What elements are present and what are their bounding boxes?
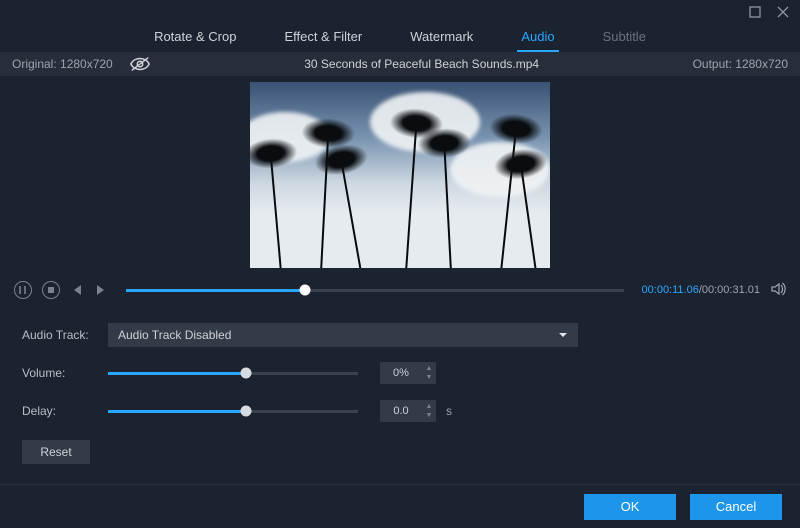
current-time: 00:00:11.06 — [642, 284, 699, 296]
preview-toggle-icon[interactable] — [129, 56, 151, 72]
cancel-button[interactable]: Cancel — [690, 494, 782, 520]
tab-audio[interactable]: Audio — [517, 23, 558, 52]
volume-up-icon[interactable]: ▲ — [422, 364, 436, 373]
volume-slider-fill — [108, 372, 246, 375]
playback-controls: 00:00:11.06/00:00:31.01 — [0, 274, 800, 306]
audio-track-label: Audio Track: — [22, 328, 108, 342]
tab-subtitle[interactable]: Subtitle — [599, 23, 650, 52]
tab-rotate-crop[interactable]: Rotate & Crop — [150, 23, 240, 52]
reset-button[interactable]: Reset — [22, 440, 90, 464]
delay-label: Delay: — [22, 404, 108, 418]
delay-row: Delay: ▲▼ s — [22, 398, 778, 424]
delay-down-icon[interactable]: ▼ — [422, 411, 436, 420]
tab-effect-filter[interactable]: Effect & Filter — [280, 23, 366, 52]
seek-fill — [126, 289, 305, 292]
ok-button[interactable]: OK — [584, 494, 676, 520]
seek-thumb[interactable] — [300, 285, 311, 296]
maximize-icon[interactable] — [748, 5, 762, 19]
time-display: 00:00:11.06/00:00:31.01 — [642, 284, 760, 296]
stop-button[interactable] — [42, 281, 60, 299]
volume-stepper[interactable]: ▲▼ — [380, 362, 436, 384]
title-bar — [0, 0, 800, 24]
delay-up-icon[interactable]: ▲ — [422, 402, 436, 411]
audio-settings: Audio Track: Audio Track Disabled Volume… — [0, 306, 800, 470]
audio-track-value: Audio Track Disabled — [118, 328, 231, 342]
delay-slider-thumb[interactable] — [240, 406, 251, 417]
close-icon[interactable] — [776, 5, 790, 19]
delay-input[interactable] — [380, 405, 422, 417]
output-dimensions: Output: 1280x720 — [693, 57, 788, 71]
delay-unit: s — [446, 404, 452, 418]
prev-frame-button[interactable] — [70, 281, 84, 299]
info-bar: Original: 1280x720 30 Seconds of Peacefu… — [0, 52, 800, 76]
volume-input[interactable] — [380, 367, 422, 379]
volume-icon[interactable] — [770, 281, 786, 300]
video-frame — [250, 82, 550, 268]
footer: OK Cancel — [0, 484, 800, 528]
original-dimensions: Original: 1280x720 — [12, 57, 113, 71]
volume-down-icon[interactable]: ▼ — [422, 373, 436, 382]
audio-track-row: Audio Track: Audio Track Disabled — [22, 322, 778, 348]
tab-watermark[interactable]: Watermark — [406, 23, 477, 52]
delay-stepper[interactable]: ▲▼ — [380, 400, 436, 422]
play-pause-button[interactable] — [14, 281, 32, 299]
tab-bar: Rotate & Crop Effect & Filter Watermark … — [0, 24, 800, 52]
total-time: /00:00:31.01 — [699, 284, 760, 296]
volume-label: Volume: — [22, 366, 108, 380]
volume-slider[interactable] — [108, 372, 358, 375]
audio-track-select[interactable]: Audio Track Disabled — [108, 323, 578, 347]
chevron-down-icon — [558, 330, 568, 340]
video-preview — [0, 76, 800, 274]
next-frame-button[interactable] — [94, 281, 108, 299]
volume-slider-thumb[interactable] — [240, 368, 251, 379]
seek-bar[interactable] — [126, 289, 624, 292]
volume-row: Volume: ▲▼ — [22, 360, 778, 386]
delay-slider-fill — [108, 410, 246, 413]
file-name: 30 Seconds of Peaceful Beach Sounds.mp4 — [151, 57, 693, 71]
delay-slider[interactable] — [108, 410, 358, 413]
